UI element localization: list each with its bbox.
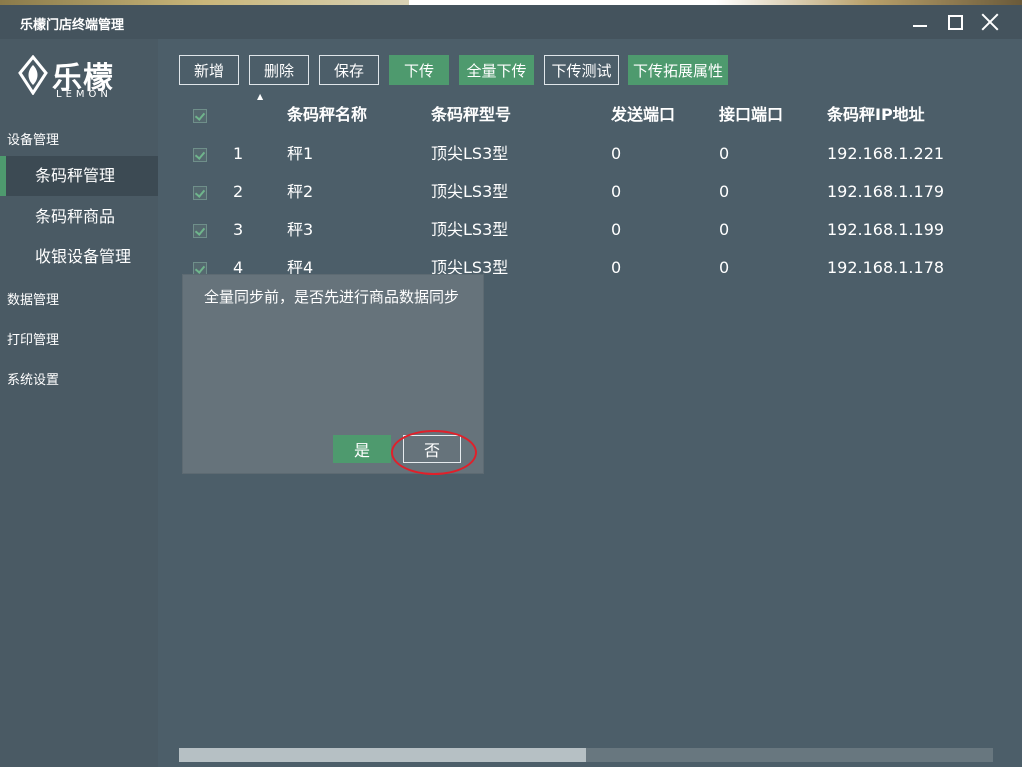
scale-model: 顶尖LS3型 [431, 144, 509, 163]
send-port: 0 [611, 258, 622, 277]
dialog-message: 全量同步前，是否先进行商品数据同步 [204, 288, 460, 306]
row-index: 2 [233, 182, 244, 201]
sort-indicator-icon[interactable]: ▲ [257, 92, 263, 101]
minimize-icon [913, 25, 927, 27]
table-header: ▲ 条码秤名称 条码秤型号 发送端口 接口端口 条码秤IP地址 [170, 92, 1000, 134]
send-port: 0 [611, 144, 622, 163]
delete-button[interactable]: 删除 [249, 55, 309, 85]
add-button[interactable]: 新增 [179, 55, 239, 85]
save-button[interactable]: 保存 [319, 55, 379, 85]
download-extended-attributes-button[interactable]: 下传拓展属性 [628, 55, 728, 85]
sidebar-item-label: 收银设备管理 [35, 247, 132, 266]
close-button[interactable] [975, 9, 1005, 35]
sidebar-item-scale-products[interactable]: 条码秤商品 [0, 197, 158, 237]
sidebar-item-scale-management[interactable]: 条码秤管理 [0, 156, 158, 196]
scale-name: 秤3 [287, 220, 314, 239]
interface-port: 0 [719, 220, 730, 239]
logo-text-en: LEMON [56, 89, 112, 100]
window-titlebar[interactable]: 乐檬门店终端管理 [0, 5, 1022, 39]
row-index: 1 [233, 144, 244, 163]
nav-group-print[interactable]: 打印管理 [7, 329, 59, 348]
scale-model: 顶尖LS3型 [431, 220, 509, 239]
lemon-logo-icon [18, 55, 48, 95]
row-checkbox[interactable] [193, 186, 207, 200]
maximize-button[interactable] [940, 9, 970, 35]
interface-port: 0 [719, 144, 730, 163]
full-download-button[interactable]: 全量下传 [459, 55, 534, 85]
scale-ip: 192.168.1.221 [827, 144, 945, 163]
row-checkbox[interactable] [193, 262, 207, 276]
scale-model: 顶尖LS3型 [431, 182, 509, 201]
app-logo: 乐檬 LEMON [18, 53, 148, 103]
row-checkbox[interactable] [193, 224, 207, 238]
table-row[interactable]: 1 秤1 顶尖LS3型 0 0 192.168.1.221 [170, 135, 1000, 173]
close-icon [981, 13, 999, 31]
scale-name: 秤1 [287, 144, 314, 163]
yes-button[interactable]: 是 [333, 435, 391, 463]
minimize-button[interactable] [905, 9, 935, 35]
send-port: 0 [611, 182, 622, 201]
sidebar: 乐檬 LEMON 设备管理 条码秤管理 条码秤商品 收银设备管理 数据管理 打印… [0, 39, 158, 767]
horizontal-scrollbar[interactable] [179, 748, 993, 762]
sidebar-item-label: 条码秤管理 [35, 166, 116, 185]
column-header[interactable]: 条码秤名称 [287, 96, 367, 134]
scale-ip: 192.168.1.199 [827, 220, 945, 239]
no-button[interactable]: 否 [403, 435, 461, 463]
table-row[interactable]: 3 秤3 顶尖LS3型 0 0 192.168.1.199 [170, 211, 1000, 249]
nav-group-data[interactable]: 数据管理 [7, 289, 59, 308]
scale-ip: 192.168.1.179 [827, 182, 945, 201]
scale-ip: 192.168.1.178 [827, 258, 945, 277]
window-title: 乐檬门店终端管理 [20, 18, 125, 33]
sidebar-item-pos-devices[interactable]: 收银设备管理 [0, 237, 158, 277]
column-header[interactable]: 接口端口 [719, 96, 783, 134]
column-header[interactable]: 条码秤型号 [431, 96, 511, 134]
interface-port: 0 [719, 258, 730, 277]
sidebar-item-label: 条码秤商品 [35, 207, 116, 226]
column-header[interactable]: 条码秤IP地址 [827, 96, 925, 134]
nav-group-settings[interactable]: 系统设置 [7, 369, 59, 388]
nav-group-device[interactable]: 设备管理 [7, 129, 59, 148]
scale-name: 秤2 [287, 182, 314, 201]
row-index: 3 [233, 220, 244, 239]
download-test-button[interactable]: 下传测试 [544, 55, 619, 85]
table-row[interactable]: 2 秤2 顶尖LS3型 0 0 192.168.1.179 [170, 173, 1000, 211]
row-checkbox[interactable] [193, 148, 207, 162]
scrollbar-thumb[interactable] [179, 748, 586, 762]
column-header[interactable]: 发送端口 [611, 96, 675, 134]
select-all-checkbox[interactable] [193, 109, 207, 123]
download-button[interactable]: 下传 [389, 55, 449, 85]
send-port: 0 [611, 220, 622, 239]
interface-port: 0 [719, 182, 730, 201]
confirm-dialog: 全量同步前，是否先进行商品数据同步 是 否 [183, 275, 483, 473]
maximize-icon [947, 14, 963, 30]
